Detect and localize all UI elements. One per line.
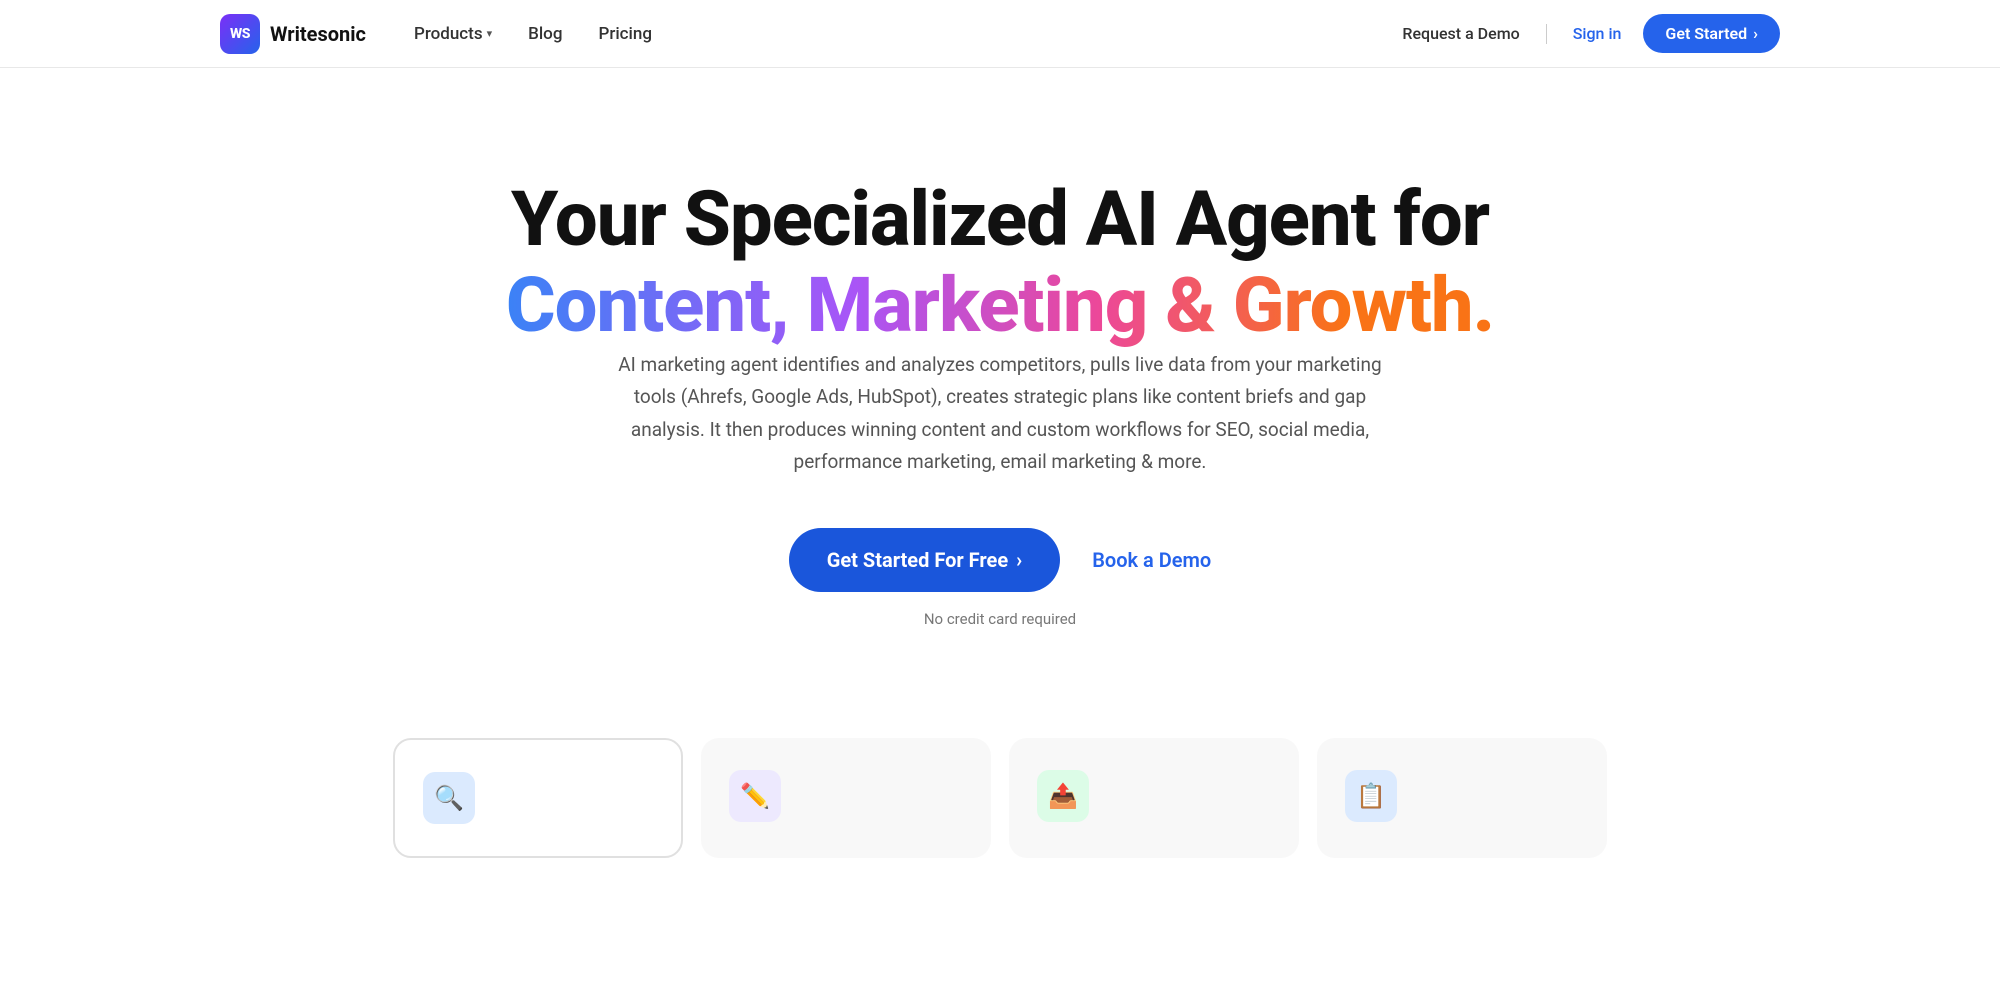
- edit-icon: ✏️: [729, 770, 781, 822]
- nav-item-products[interactable]: Products ▾: [414, 24, 492, 44]
- card-manage: 📋: [1317, 738, 1607, 858]
- nav-links: Products ▾ Blog Pricing: [414, 24, 652, 44]
- request-demo-link[interactable]: Request a Demo: [1390, 16, 1531, 51]
- card-research: 🔍: [393, 738, 683, 858]
- logo-icon: WS: [220, 14, 260, 54]
- hero-title: Your Specialized AI Agent for Content, M…: [506, 178, 1494, 349]
- card-create: ✏️: [701, 738, 991, 858]
- hero-cta-row: Get Started For Free › Book a Demo: [789, 528, 1212, 592]
- nav-divider: [1546, 24, 1547, 44]
- get-started-free-button[interactable]: Get Started For Free ›: [789, 528, 1060, 592]
- sign-in-link[interactable]: Sign in: [1561, 16, 1634, 51]
- feature-cards-row: 🔍 ✏️ 📤 📋: [0, 688, 2000, 858]
- arrow-icon: ›: [1016, 548, 1022, 572]
- hero-title-line2: Content, Marketing & Growth.: [506, 260, 1494, 350]
- search-icon: 🔍: [423, 772, 475, 824]
- chevron-down-icon: ▾: [487, 27, 493, 40]
- card-publish: 📤: [1009, 738, 1299, 858]
- hero-title-line1: Your Specialized AI Agent for: [511, 174, 1489, 264]
- nav-products-link[interactable]: Products ▾: [414, 24, 492, 44]
- hero-description: AI marketing agent identifies and analyz…: [600, 349, 1400, 478]
- no-credit-card-text: No credit card required: [924, 610, 1076, 628]
- nav-right: Request a Demo Sign in Get Started ›: [1390, 14, 1780, 53]
- hero-section: Your Specialized AI Agent for Content, M…: [0, 68, 2000, 688]
- logo-link[interactable]: WS Writesonic: [220, 14, 366, 54]
- nav-item-blog[interactable]: Blog: [528, 24, 562, 44]
- main-nav: WS Writesonic Products ▾ Blog Pricing Re…: [0, 0, 2000, 68]
- book-demo-link[interactable]: Book a Demo: [1092, 548, 1211, 572]
- get-started-nav-button[interactable]: Get Started ›: [1643, 14, 1780, 53]
- nav-pricing-link[interactable]: Pricing: [598, 24, 652, 44]
- manage-icon: 📋: [1345, 770, 1397, 822]
- nav-item-pricing[interactable]: Pricing: [598, 24, 652, 44]
- arrow-icon: ›: [1753, 24, 1758, 43]
- nav-blog-link[interactable]: Blog: [528, 24, 562, 44]
- logo-text: Writesonic: [270, 22, 366, 46]
- publish-icon: 📤: [1037, 770, 1089, 822]
